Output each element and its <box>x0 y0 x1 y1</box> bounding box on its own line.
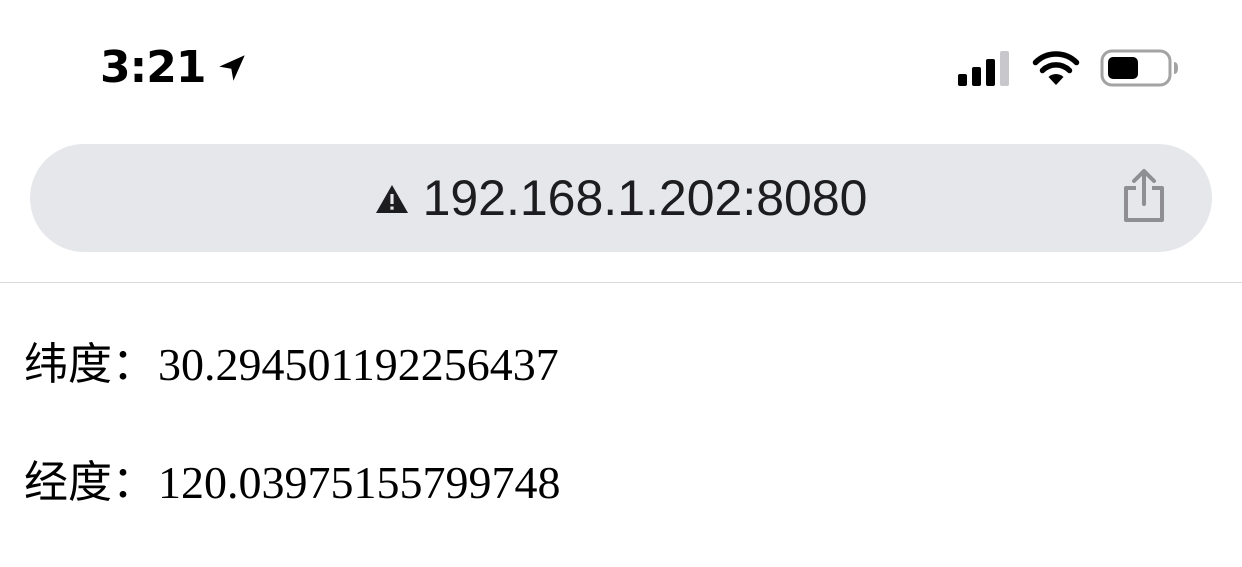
share-icon[interactable] <box>1120 166 1168 226</box>
cellular-signal-icon <box>958 51 1009 86</box>
status-time: 3:21 <box>100 42 206 93</box>
battery-icon <box>1100 49 1178 87</box>
warning-icon <box>375 185 408 213</box>
wifi-icon <box>1032 51 1080 85</box>
latitude-value: 30.294501192256437 <box>158 339 559 390</box>
address-bar[interactable]: 192.168.1.202:8080 <box>30 144 1212 252</box>
status-bar: 3:21 <box>0 0 1242 130</box>
latitude-row: 纬度： 30.294501192256437 <box>24 335 559 395</box>
status-time-group: 3:21 <box>100 40 249 96</box>
url-display[interactable]: 192.168.1.202:8080 <box>30 144 1212 252</box>
latitude-label: 纬度： <box>24 339 156 390</box>
location-arrow-icon <box>219 55 246 81</box>
status-indicators <box>956 46 1180 90</box>
toolbar-divider <box>0 282 1242 283</box>
url-text[interactable]: 192.168.1.202:8080 <box>423 144 868 252</box>
longitude-label: 经度： <box>24 457 156 508</box>
longitude-row: 经度： 120.03975155799748 <box>24 453 561 513</box>
longitude-value: 120.03975155799748 <box>158 457 561 508</box>
